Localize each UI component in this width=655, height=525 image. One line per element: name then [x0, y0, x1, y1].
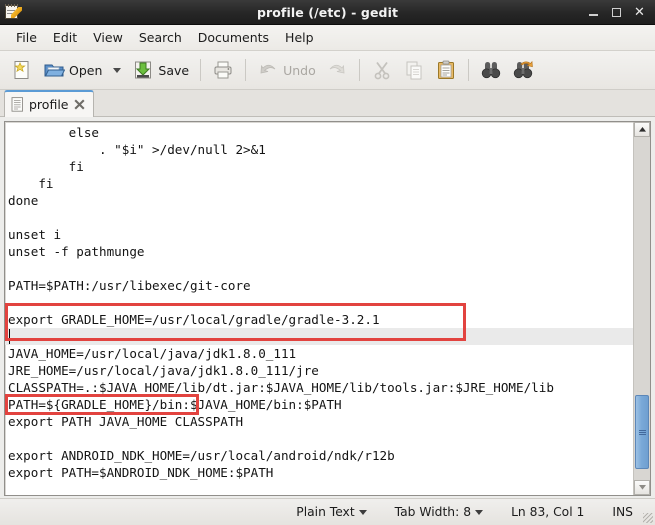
tab-close-icon[interactable] [73, 98, 86, 111]
language-label: Plain Text [296, 505, 355, 519]
save-button-label: Save [158, 62, 190, 78]
editor-container: else . "$i" >/dev/null 2>&1 fi fi done uns… [0, 117, 655, 498]
toolbar: Open Save Undo [0, 51, 655, 90]
scrollbar-grip-icon [638, 429, 646, 435]
binoculars-find-icon [481, 62, 500, 79]
resize-grip-icon[interactable] [643, 513, 653, 523]
tab-width-value: 8 [463, 505, 472, 519]
toolbar-separator-4 [467, 59, 469, 81]
save-icon [135, 61, 152, 79]
new-document-icon [14, 61, 29, 79]
tab-label: profile [29, 97, 69, 112]
menu-bar: File Edit View Search Documents Help [0, 25, 655, 51]
redo-button[interactable] [321, 55, 353, 85]
toolbar-separator-2 [245, 59, 247, 81]
chevron-down-icon [113, 67, 122, 73]
code-line: fi [8, 159, 84, 174]
code-line: JAVA_HOME=/usr/local/java/jdk1.8.0_111 [8, 346, 297, 361]
menu-help[interactable]: Help [277, 28, 322, 47]
code-line: PATH=${GRADLE_HOME}/bin:$JAVA_HOME/bin:$… [8, 397, 342, 412]
replace-button[interactable] [507, 55, 539, 85]
tab-width-label: Tab Width: [394, 505, 460, 519]
printer-icon [214, 61, 232, 79]
language-selector[interactable]: Plain Text [282, 505, 380, 519]
tab-bar: profile [0, 90, 655, 117]
text-editor[interactable]: else . "$i" >/dev/null 2>&1 fi fi done uns… [4, 121, 651, 496]
text-cursor [9, 329, 10, 344]
cursor-position-label: Ln 83, Col 1 [511, 505, 585, 519]
code-line: unset -f pathmunge [8, 244, 145, 259]
copy-button[interactable] [398, 55, 430, 85]
menu-file[interactable]: File [8, 28, 45, 47]
code-line: export PATH JAVA_HOME CLASSPATH [8, 414, 244, 429]
code-line: fi [8, 176, 54, 191]
code-line: export PATH=$ANDROID_NDK_HOME:$PATH [8, 465, 274, 480]
code-line: CLASSPATH=.:$JAVA_HOME/lib/dt.jar:$JAVA_… [8, 380, 554, 395]
code-text-area[interactable]: else . "$i" >/dev/null 2>&1 fi fi done uns… [5, 122, 633, 495]
open-button-label: Open [69, 62, 103, 78]
scroll-down-button[interactable] [634, 480, 650, 495]
menu-edit[interactable]: Edit [45, 28, 85, 47]
gedit-window: profile (/etc) - gedit ✕ File Edit View … [0, 0, 655, 525]
paste-clipboard-icon [437, 60, 454, 79]
chevron-up-icon [638, 127, 646, 132]
tab-width-selector[interactable]: Tab Width: 8 [381, 505, 497, 519]
title-bar[interactable]: profile (/etc) - gedit ✕ [0, 0, 655, 25]
minimize-button[interactable] [587, 6, 600, 19]
chevron-down-icon [475, 509, 484, 515]
scrollbar-thumb[interactable] [635, 395, 649, 469]
chevron-down-icon [358, 509, 367, 515]
undo-icon [260, 64, 276, 74]
undo-button-label: Undo [283, 62, 316, 78]
code-line: else [8, 125, 99, 140]
menu-search[interactable]: Search [131, 28, 190, 47]
code-line: . "$i" >/dev/null 2>&1 [8, 142, 266, 157]
code-line: JRE_HOME=/usr/local/java/jdk1.8.0_111/jr… [8, 363, 319, 378]
maximize-button[interactable] [610, 6, 623, 19]
undo-button[interactable]: Undo [252, 55, 321, 85]
code-line: export GRADLE_HOME=/usr/local/gradle/gra… [8, 312, 380, 327]
code-line [5, 328, 633, 345]
toolbar-separator-3 [358, 59, 360, 81]
find-button[interactable] [475, 55, 507, 85]
vertical-scrollbar[interactable] [633, 122, 650, 495]
toolbar-separator-1 [200, 59, 202, 81]
scroll-up-button[interactable] [634, 122, 650, 137]
tab-profile[interactable]: profile [4, 90, 95, 117]
folder-open-icon [44, 64, 65, 77]
open-button[interactable]: Open [38, 55, 107, 85]
save-button[interactable]: Save [127, 55, 194, 85]
scissors-icon [374, 61, 390, 80]
copy-icon [406, 61, 422, 80]
insert-mode-label: INS [612, 505, 633, 519]
redo-icon [329, 64, 345, 74]
insert-mode-indicator[interactable]: INS [598, 505, 647, 519]
close-button[interactable]: ✕ [633, 6, 646, 19]
print-button[interactable] [207, 55, 239, 85]
binoculars-replace-icon [513, 60, 533, 79]
scrollbar-track[interactable] [634, 137, 650, 480]
document-icon [11, 97, 23, 112]
status-bar: Plain Text Tab Width: 8 Ln 83, Col 1 INS [0, 498, 655, 525]
cut-button[interactable] [366, 55, 398, 85]
window-controls: ✕ [587, 6, 655, 19]
menu-view[interactable]: View [85, 28, 131, 47]
menu-documents[interactable]: Documents [190, 28, 277, 47]
code-line: PATH=$PATH:/usr/libexec/git-core [8, 278, 251, 293]
window-title: profile (/etc) - gedit [256, 4, 399, 20]
open-dropdown-button[interactable] [107, 55, 127, 85]
new-document-button[interactable] [6, 55, 38, 85]
code-line: unset i [8, 227, 62, 242]
paste-button[interactable] [430, 55, 462, 85]
chevron-down-icon [638, 485, 646, 490]
code-line: export ANDROID_NDK_HOME=/usr/local/andro… [8, 448, 395, 463]
gedit-app-icon [4, 3, 22, 21]
cursor-position: Ln 83, Col 1 [497, 505, 598, 519]
code-line: done [8, 193, 39, 208]
